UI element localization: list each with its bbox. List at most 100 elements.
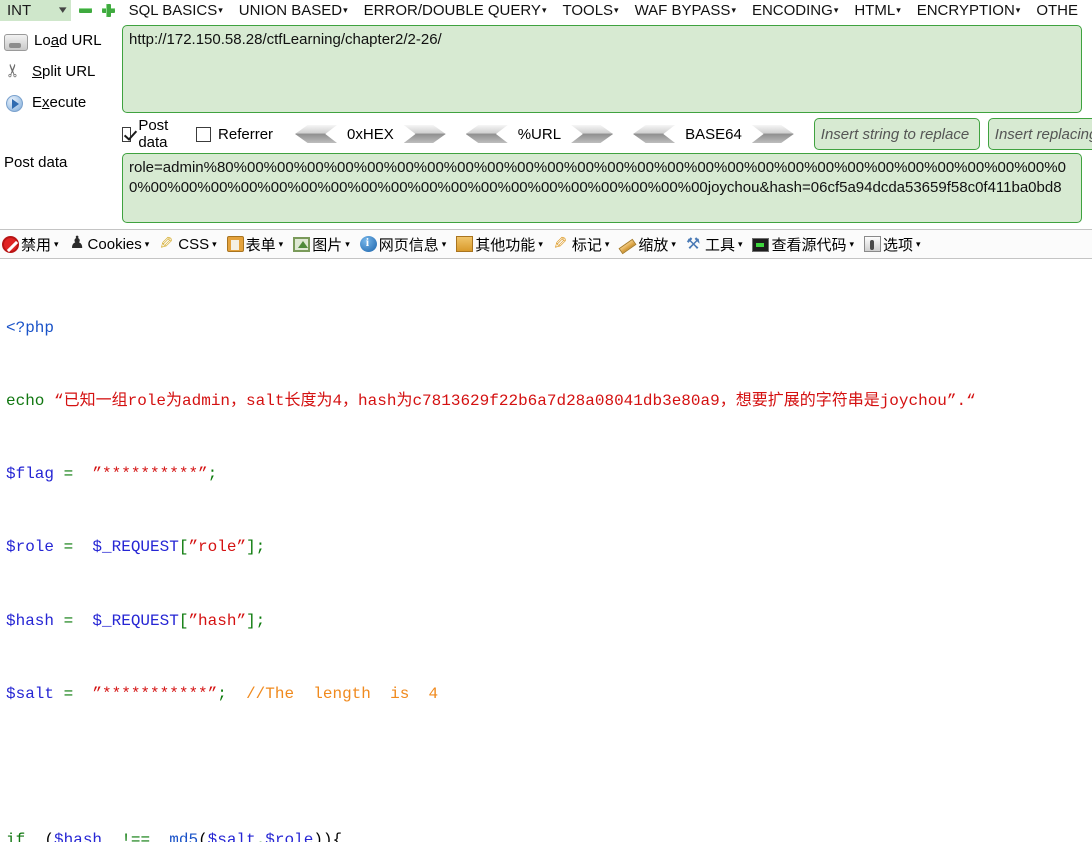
sqli-type-value: INT	[7, 2, 32, 19]
hex-decode-arrow-icon[interactable]	[295, 125, 338, 143]
split-url-label: Split URL	[32, 63, 96, 80]
hex-encode-arrow-icon[interactable]	[403, 125, 446, 143]
devbar-label: 其他功能	[475, 236, 536, 254]
post-data-checkbox[interactable]: Post data	[122, 117, 174, 151]
devbar-label: 标记	[571, 236, 602, 254]
url-decode-arrow-icon[interactable]	[465, 125, 508, 143]
marker-pencil-icon	[553, 236, 570, 253]
menu-union-based[interactable]: UNION BASED▾	[237, 2, 350, 19]
caret-icon: ▾	[833, 5, 839, 15]
form-clipboard-icon	[226, 236, 244, 252]
hackbar-body: Load URL Split URL Execute Post data Pos…	[0, 21, 1092, 223]
base64-decode-arrow-icon[interactable]	[633, 125, 676, 143]
plus-icon[interactable]	[100, 2, 117, 19]
devbar-disable-menu[interactable]: 禁用 ▾	[2, 234, 59, 255]
hackbar-panel: INT ▾ SQL BASICS▾ UNION BASED▾ ERROR/DOU…	[0, 0, 1092, 259]
code-line: $salt = ”***********”; //The length is 4	[6, 684, 439, 703]
menu-encoding[interactable]: ENCODING▾	[750, 2, 840, 19]
devbar-label: 工具	[704, 236, 735, 254]
base64-encode-arrow-icon[interactable]	[751, 125, 794, 143]
devbar-label: 表单	[245, 236, 276, 254]
menu-label: ENCODING	[751, 2, 833, 19]
menu-label: SQL BASICS	[128, 2, 218, 19]
split-url-button[interactable]: Split URL	[0, 56, 122, 87]
post-data-checkbox-label: Post data	[138, 117, 169, 151]
tools-wrench-icon	[686, 234, 703, 254]
referrer-checkbox[interactable]: Referrer	[196, 126, 273, 143]
options-row: Post data Referrer 0xHEX %URL BASE64 Ins…	[122, 115, 1092, 153]
devbar-label: 网页信息	[378, 236, 439, 254]
devbar-label: CSS	[178, 235, 210, 253]
web-developer-toolbar: 禁用▾ Cookies▾ CSS▾ 表单▾ 图片▾ 网页信息▾ 其他功能▾ 标记…	[0, 229, 1092, 259]
caret-icon: ▾	[671, 238, 676, 249]
base64-converter-label: BASE64	[685, 125, 742, 143]
menu-encryption[interactable]: ENCRYPTION▾	[915, 2, 1023, 19]
post-data-input[interactable]	[122, 153, 1082, 223]
caret-icon: ▾	[278, 238, 284, 249]
execute-play-icon	[4, 92, 26, 114]
url-input[interactable]	[122, 25, 1082, 113]
hackbar-top-toolbar: INT ▾ SQL BASICS▾ UNION BASED▾ ERROR/DOU…	[0, 0, 1092, 21]
scissors-icon	[4, 61, 26, 83]
devbar-forms-menu[interactable]: 表单 ▾	[226, 234, 284, 255]
caret-icon: ▾	[849, 238, 855, 249]
code-line: echo “已知一组role为admin，salt长度为4，hash为c7813…	[6, 392, 976, 411]
view-source-icon	[752, 238, 770, 252]
chevron-down-icon: ▾	[58, 4, 67, 16]
devbar-page-info-menu[interactable]: 网页信息▾	[359, 234, 447, 255]
referrer-checkbox-label: Referrer	[218, 125, 274, 143]
code-line: $role = $_REQUEST[”role”];	[6, 538, 266, 557]
devbar-resize-menu[interactable]: 缩放 ▾	[618, 234, 676, 255]
devbar-misc-menu[interactable]: 其他功能 ▾	[456, 234, 543, 255]
menu-waf-bypass[interactable]: WAF BYPASS▾	[633, 2, 738, 19]
menu-label: OTHE	[1036, 2, 1078, 19]
devbar-cookies-menu[interactable]: Cookies▾	[69, 233, 150, 253]
minus-icon[interactable]	[77, 2, 94, 19]
menu-html[interactable]: HTML▾	[852, 2, 902, 19]
devbar-label: 图片	[312, 236, 343, 254]
hackbar-fields-column: Post data Referrer 0xHEX %URL	[122, 21, 1092, 223]
menu-list: SQL BASICS▾ UNION BASED▾ ERROR/DOUBLE QU…	[127, 2, 1092, 19]
caret-icon: ▾	[212, 238, 217, 249]
caret-icon: ▾	[731, 5, 736, 15]
caret-icon: ▾	[1015, 5, 1021, 15]
devbar-tools-menu[interactable]: 工具▾	[686, 234, 743, 255]
execute-label: Execute	[32, 94, 87, 111]
devbar-view-source-menu[interactable]: 查看源代码 ▾	[752, 234, 854, 255]
devbar-label: 缩放	[638, 236, 669, 254]
caret-icon: ▾	[538, 238, 543, 249]
menu-sql-basics[interactable]: SQL BASICS▾	[127, 2, 225, 19]
code-line: <?php	[6, 316, 1092, 340]
caret-icon: ▾	[343, 5, 348, 15]
base64-converter-group: BASE64	[633, 125, 794, 143]
image-icon	[293, 236, 311, 252]
checkbox-box	[122, 126, 132, 142]
menu-other[interactable]: OTHE	[1034, 2, 1080, 19]
caret-icon: ▾	[614, 5, 619, 15]
url-encode-arrow-icon[interactable]	[571, 125, 614, 143]
ban-icon	[2, 235, 19, 253]
load-url-button[interactable]: Load URL	[0, 25, 122, 56]
php-open-tag: <?php	[6, 318, 55, 337]
devbar-outline-menu[interactable]: 标记▾	[553, 234, 610, 255]
devbar-label: Cookies	[87, 235, 142, 253]
execute-button[interactable]: Execute	[0, 87, 122, 118]
search-string-input[interactable]	[813, 118, 980, 150]
devbar-images-menu[interactable]: 图片 ▾	[293, 234, 350, 255]
load-url-icon	[4, 34, 28, 51]
caret-icon: ▾	[441, 238, 447, 249]
caret-icon: ▾	[144, 238, 150, 249]
load-url-label: Load URL	[34, 32, 102, 49]
devbar-css-menu[interactable]: CSS▾	[159, 236, 216, 253]
menu-error-double-query[interactable]: ERROR/DOUBLE QUERY▾	[362, 2, 549, 19]
devbar-options-menu[interactable]: 选项 ▾	[864, 234, 921, 255]
options-icon	[864, 236, 882, 252]
hex-converter-group: 0xHEX	[295, 125, 446, 143]
sqli-type-select[interactable]: INT ▾	[0, 0, 71, 21]
replace-string-input[interactable]	[987, 118, 1092, 150]
caret-icon: ▾	[896, 5, 901, 15]
menu-tools[interactable]: TOOLS▾	[560, 2, 620, 19]
hackbar-actions-column: Load URL Split URL Execute Post data	[0, 21, 122, 223]
menu-label: ENCRYPTION	[916, 2, 1015, 19]
caret-icon: ▾	[916, 238, 921, 249]
